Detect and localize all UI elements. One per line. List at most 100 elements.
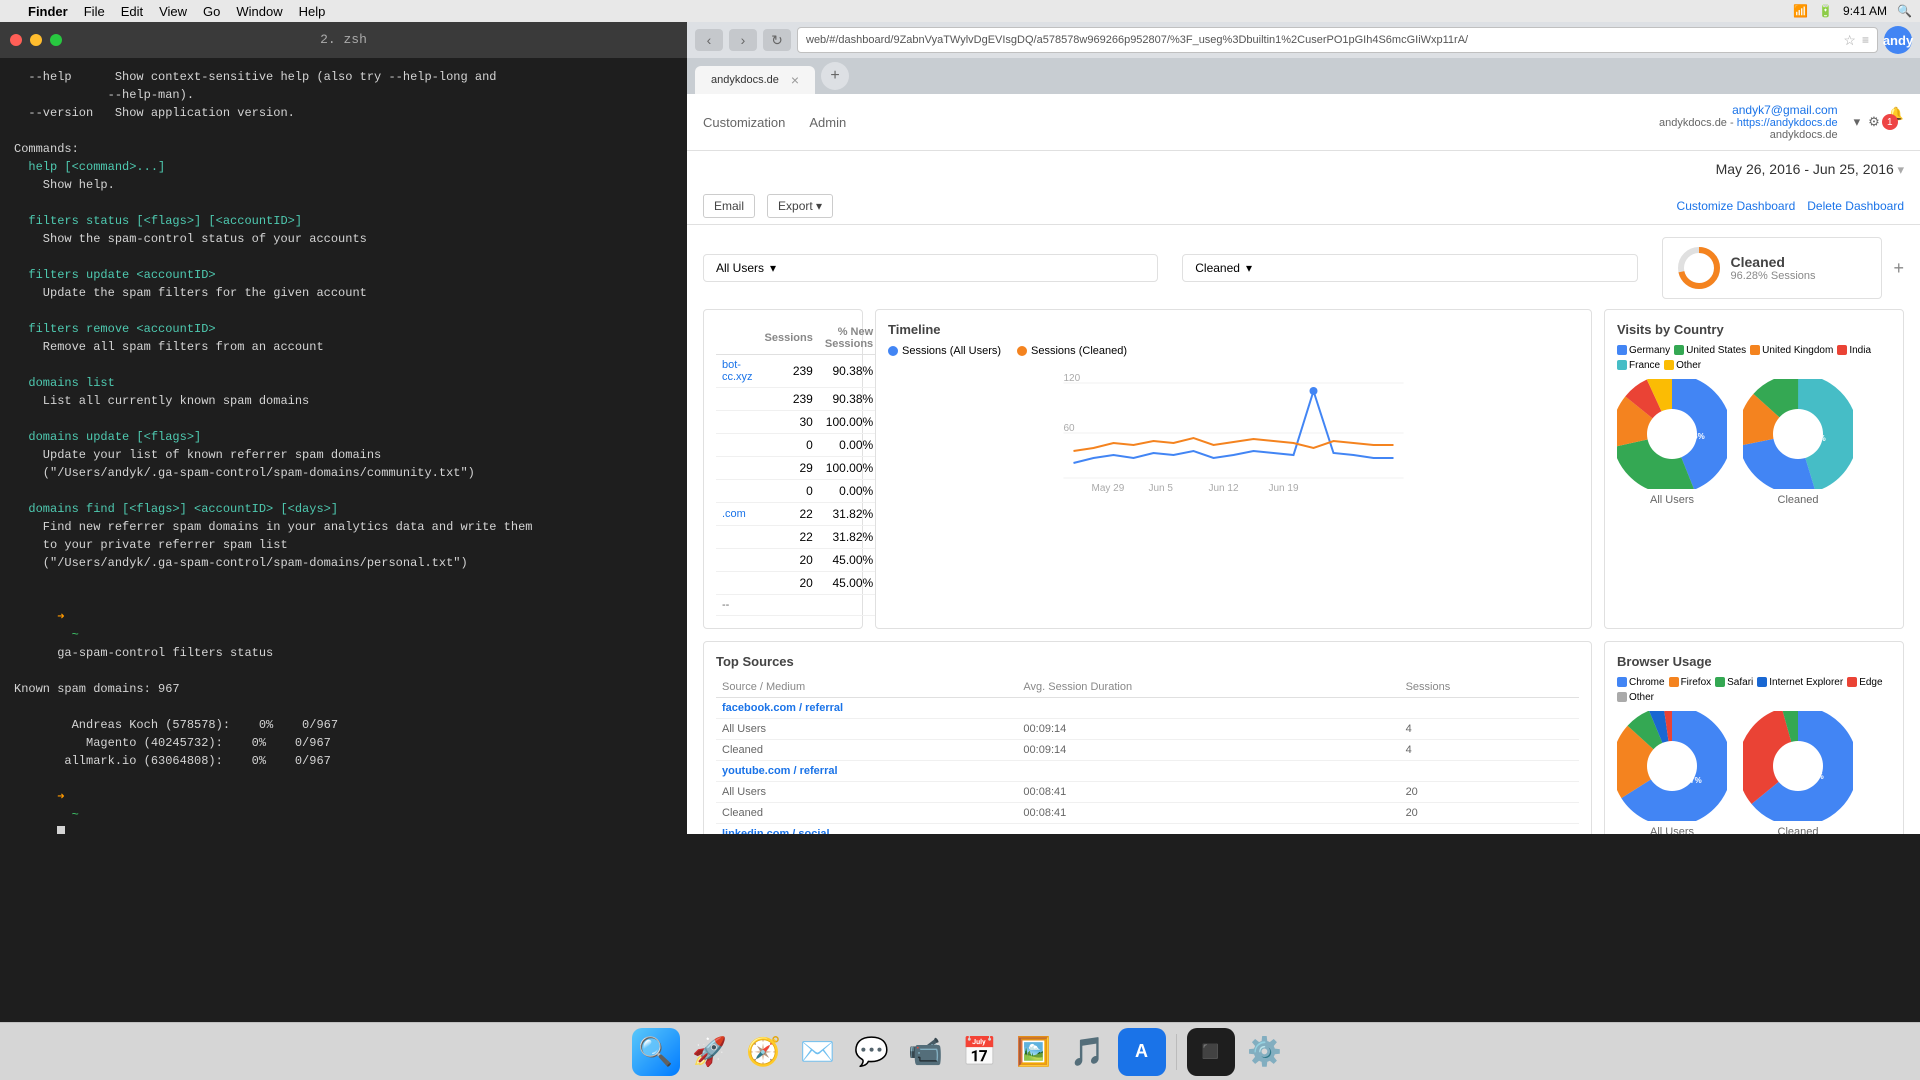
dock-launchpad[interactable]: 🚀 [686, 1028, 734, 1076]
settings-icon[interactable]: ⚙ [1868, 114, 1880, 130]
dock-itunes[interactable]: 🎵 [1064, 1028, 1112, 1076]
menu-help[interactable]: Help [299, 4, 326, 19]
term-cmd-domains-update: domains update [<flags>] [14, 428, 673, 446]
bookmark-icon[interactable]: ☆ [1843, 32, 1856, 49]
row-sessions: 20 [759, 549, 819, 572]
customize-dashboard-link[interactable]: Customize Dashboard [1677, 199, 1796, 213]
active-tab[interactable]: andykdocs.de × [695, 66, 815, 94]
all-users-dropdown[interactable]: All Users ▾ [703, 254, 1158, 282]
nav-customization[interactable]: Customization [703, 115, 785, 130]
maximize-button[interactable] [50, 34, 62, 46]
duration-facebook-all: 00:09:14 [1017, 719, 1399, 740]
date-dropdown-icon[interactable]: ▾ [1897, 162, 1904, 177]
row-sessions: 30 [759, 411, 819, 434]
browser-all-users-chart: 65.9% 20.7% [1617, 711, 1727, 821]
wifi-icon: 📶 [1793, 4, 1808, 18]
term-line: Remove all spam filters from an account [14, 338, 673, 356]
nav-admin[interactable]: Admin [809, 115, 846, 130]
duration-youtube-cleaned: 00:08:41 [1017, 803, 1399, 824]
back-button[interactable]: ‹ [695, 29, 723, 51]
table-row: youtube.com / referral [716, 761, 1579, 782]
user-avatar-area: andy [1884, 26, 1912, 54]
url-bar[interactable]: web/#/dashboard/9ZabnVyaTWylvDgEVIsgDQ/a… [797, 27, 1878, 53]
legend-dot-all-users [888, 346, 898, 356]
pie-chart-row: 43.9% 27.5% 14.3% All Users [1617, 379, 1891, 506]
terminal-content[interactable]: --help Show context-sensitive help (also… [0, 58, 687, 834]
row-pct [819, 595, 879, 616]
dropdown-icon[interactable]: ▾ [1854, 114, 1861, 130]
menu-edit[interactable]: Edit [121, 4, 143, 19]
date-range[interactable]: May 26, 2016 - Jun 25, 2016 [1716, 161, 1894, 177]
all-users-pie: 43.9% 27.5% 14.3% All Users [1617, 379, 1727, 506]
cleaned-dropdown[interactable]: Cleaned ▾ [1182, 254, 1637, 282]
source-youtube[interactable]: youtube.com / referral [716, 761, 1579, 782]
forward-button[interactable]: › [729, 29, 757, 51]
segment-table-widget: Sessions % New Sessions bot-cc.xyz 239 9… [703, 309, 863, 629]
add-widget-button[interactable]: + [1894, 258, 1905, 279]
term-line [14, 122, 673, 140]
dock-finder[interactable]: 🔍 [632, 1028, 680, 1076]
menu-file[interactable]: File [84, 4, 105, 19]
term-line: Update your list of known referrer spam … [14, 446, 673, 464]
row-sessions: 239 [759, 355, 819, 388]
legend-other: Other [1664, 360, 1701, 371]
source-facebook[interactable]: facebook.com / referral [716, 698, 1579, 719]
dock-calendar[interactable]: 📅 [956, 1028, 1004, 1076]
dock-photos[interactable]: 🖼️ [1010, 1028, 1058, 1076]
legend-dot-cleaned [1017, 346, 1027, 356]
svg-text:Jun 19: Jun 19 [1269, 483, 1299, 493]
battery-icon: 🔋 [1818, 4, 1833, 18]
table-row: -- [716, 595, 879, 616]
row-sessions: 22 [759, 503, 819, 526]
row-source [716, 411, 759, 434]
dock-messages[interactable]: 💬 [848, 1028, 896, 1076]
dock-appstore[interactable]: A [1118, 1028, 1166, 1076]
col-source-medium: Source / Medium [716, 677, 1017, 698]
row-sessions: 239 [759, 388, 819, 411]
close-button[interactable] [10, 34, 22, 46]
sessions-youtube-all: 20 [1400, 782, 1579, 803]
reload-button[interactable]: ↻ [763, 29, 791, 51]
dock-sysprefs[interactable]: ⚙️ [1241, 1028, 1289, 1076]
menu-go[interactable]: Go [203, 4, 220, 19]
sources-table: Source / Medium Avg. Session Duration Se… [716, 677, 1579, 834]
table-row: 22 31.82% [716, 526, 879, 549]
delete-dashboard-link[interactable]: Delete Dashboard [1807, 199, 1904, 213]
term-cmd-filters-remove: filters remove <accountID> [14, 320, 673, 338]
svg-text:45.2%: 45.2% [1778, 440, 1801, 449]
menu-icon[interactable]: ≡ [1862, 33, 1869, 47]
source-linkedin[interactable]: linkedin.com / social [716, 824, 1579, 835]
term-line: Show the spam-control status of your acc… [14, 230, 673, 248]
clock: 9:41 AM [1843, 4, 1887, 18]
term-final-prompt[interactable]: ➜ ~ [14, 770, 673, 834]
table-row: 20 45.00% [716, 572, 879, 595]
term-line [14, 356, 673, 374]
main-content-row: Sessions % New Sessions bot-cc.xyz 239 9… [703, 309, 1904, 629]
dock-safari[interactable]: 🧭 [740, 1028, 788, 1076]
prompt-cmd: ga-spam-control filters status [57, 646, 273, 660]
menu-finder[interactable]: Finder [28, 4, 68, 19]
segment-dropdown-area: All Users ▾ [703, 254, 1158, 282]
minimize-button[interactable] [30, 34, 42, 46]
svg-text:120: 120 [1064, 373, 1081, 384]
segment-cleaned: Cleaned [716, 740, 1017, 761]
terminal-window[interactable]: 2. zsh --help Show context-sensitive hel… [0, 22, 687, 834]
menu-window[interactable]: Window [236, 4, 282, 19]
tab-close-icon[interactable]: × [791, 72, 799, 88]
email-button[interactable]: Email [703, 194, 755, 218]
new-tab-button[interactable]: + [821, 62, 849, 90]
col-sessions: Sessions [759, 322, 819, 355]
header-icons: ▾ ⚙ 🔔 1 [1854, 106, 1904, 138]
svg-text:26.5%: 26.5% [1784, 420, 1807, 429]
dock-facetime[interactable]: 📹 [902, 1028, 950, 1076]
legend-label-cleaned: Sessions (Cleaned) [1031, 345, 1127, 357]
menu-view[interactable]: View [159, 4, 187, 19]
dock-mail[interactable]: ✉️ [794, 1028, 842, 1076]
export-button[interactable]: Export ▾ [767, 194, 833, 218]
search-icon[interactable]: 🔍 [1897, 4, 1912, 18]
avatar[interactable]: andy [1884, 26, 1912, 54]
cleaned-dropdown-area: Cleaned ▾ [1182, 254, 1637, 282]
dock-terminal[interactable]: ⬛ [1187, 1028, 1235, 1076]
user-site3: andykdocs.de [1659, 129, 1838, 141]
sessions-facebook-cleaned: 4 [1400, 740, 1579, 761]
